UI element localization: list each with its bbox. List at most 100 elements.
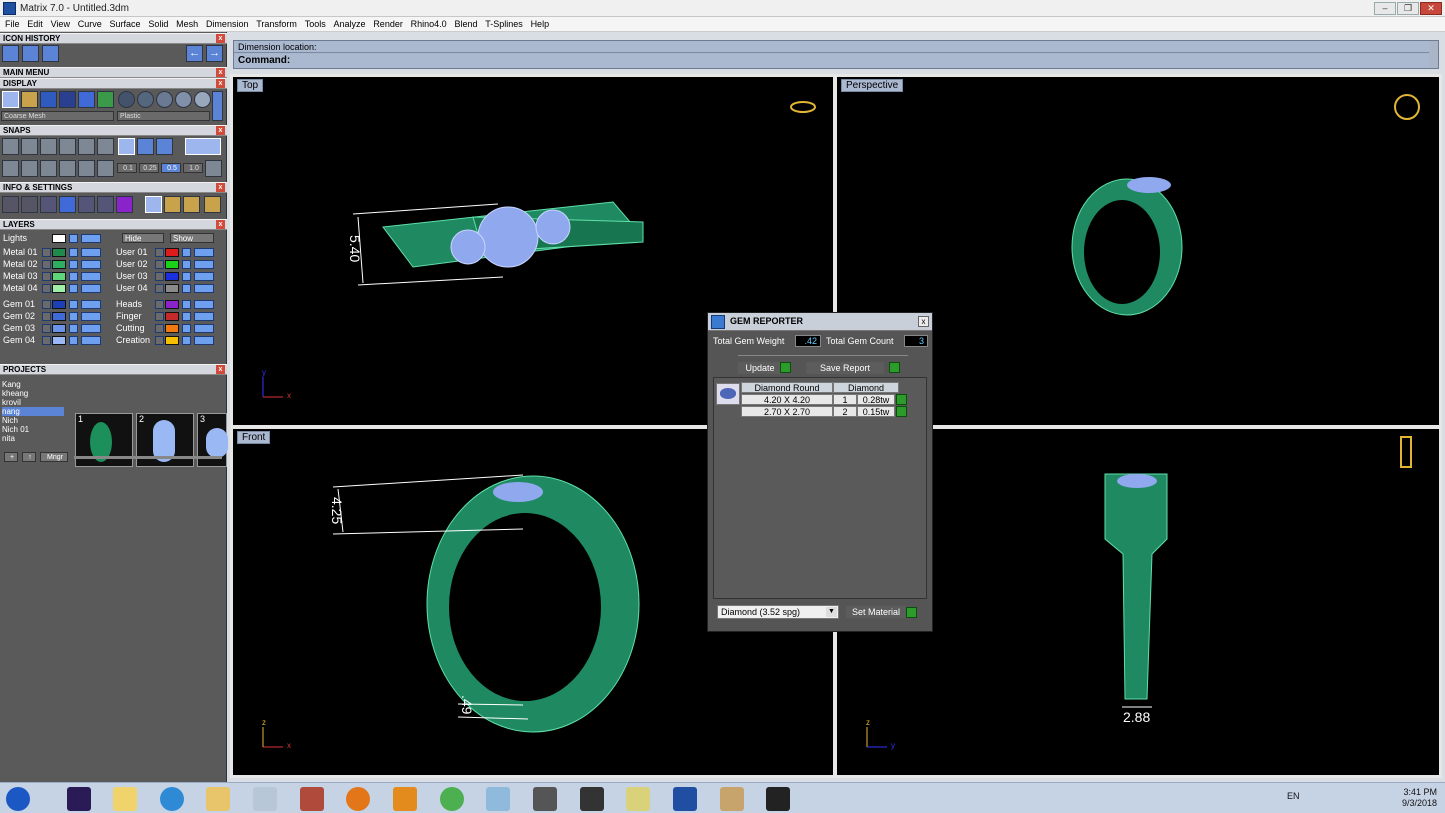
snap-project-icon[interactable] xyxy=(59,160,76,177)
gem-purple-icon[interactable] xyxy=(116,196,133,213)
visibility-icon[interactable] xyxy=(194,272,214,281)
viewport-front-label[interactable]: Front xyxy=(237,431,271,444)
file-explorer-icon[interactable] xyxy=(206,787,230,811)
close-icon[interactable]: x xyxy=(216,183,225,192)
report-icon[interactable] xyxy=(204,196,221,213)
project-list[interactable]: Kang kheang kroviI nang Nich Nich 01 nita xyxy=(0,380,70,448)
shaded-icon[interactable] xyxy=(40,91,57,108)
expand-arrow-icon[interactable] xyxy=(42,248,51,257)
minimize-button[interactable]: – xyxy=(1374,2,1396,15)
ruler-icon[interactable] xyxy=(164,196,181,213)
internet-explorer-icon[interactable] xyxy=(160,787,184,811)
lock-icon[interactable] xyxy=(182,284,191,293)
menu-tsplines[interactable]: T-Splines xyxy=(485,17,523,29)
snap-mid-icon[interactable] xyxy=(59,138,76,155)
persp-view-ring-icon[interactable] xyxy=(1394,94,1420,120)
clock[interactable]: 3:41 PM 9/3/2018 xyxy=(1402,787,1437,809)
lock-icon[interactable] xyxy=(182,272,191,281)
add-project-button[interactable]: + xyxy=(4,452,18,462)
close-icon[interactable]: x xyxy=(216,220,225,229)
lights-lock-icon[interactable] xyxy=(69,234,78,243)
snap-end-icon[interactable] xyxy=(2,138,19,155)
layer-color-swatch[interactable] xyxy=(52,248,66,257)
arrow-right-icon[interactable]: → xyxy=(206,45,223,62)
right-view-ring-icon[interactable] xyxy=(1400,436,1412,468)
show-button[interactable]: Show xyxy=(170,233,214,243)
layer-row-metal-04[interactable]: Metal 04 xyxy=(0,283,110,294)
visibility-icon[interactable] xyxy=(81,324,101,333)
snap-value-01[interactable]: 0.1 xyxy=(117,163,137,173)
settings-gear-icon[interactable] xyxy=(2,196,19,213)
snap-quad-icon[interactable] xyxy=(156,138,173,155)
snap-near-icon[interactable] xyxy=(21,138,38,155)
layers-stack-icon[interactable] xyxy=(40,196,57,213)
layer-color-swatch[interactable] xyxy=(165,312,179,321)
close-icon[interactable]: x xyxy=(216,365,225,374)
menu-view[interactable]: View xyxy=(51,17,70,29)
expand-arrow-icon[interactable] xyxy=(42,260,51,269)
media-player-icon[interactable] xyxy=(393,787,417,811)
save-report-go-icon[interactable] xyxy=(889,362,900,373)
layer-row-user-02[interactable]: User 02 xyxy=(113,259,223,270)
material-select[interactable]: Diamond (3.52 spg) xyxy=(717,605,839,619)
expand-arrow-icon[interactable] xyxy=(42,284,51,293)
menu-dimension[interactable]: Dimension xyxy=(206,17,249,29)
history-tool-3[interactable] xyxy=(42,45,59,62)
layer-color-swatch[interactable] xyxy=(52,300,66,309)
project-scrollbar[interactable] xyxy=(74,456,222,459)
viewport-perspective-label[interactable]: Perspective xyxy=(841,79,904,92)
up-project-button[interactable]: ↑ xyxy=(22,452,36,462)
visibility-icon[interactable] xyxy=(81,300,101,309)
menu-surface[interactable]: Surface xyxy=(110,17,141,29)
expand-arrow-icon[interactable] xyxy=(42,272,51,281)
menu-edit[interactable]: Edit xyxy=(27,17,43,29)
gem-tool-icon[interactable] xyxy=(766,787,790,811)
lock-icon[interactable] xyxy=(69,300,78,309)
hide-button[interactable]: Hide xyxy=(122,233,164,243)
snap-toggle-button[interactable] xyxy=(185,138,221,155)
project-item[interactable]: kroviI xyxy=(2,398,64,407)
material-sphere-1-icon[interactable] xyxy=(118,91,135,108)
visibility-icon[interactable] xyxy=(194,336,214,345)
history-tool-2[interactable] xyxy=(22,45,39,62)
snap-perp-icon[interactable] xyxy=(118,138,135,155)
layer-row-finger[interactable]: Finger xyxy=(113,311,223,322)
chevron-down-icon[interactable]: ▼ xyxy=(826,607,837,617)
material-sphere-2-icon[interactable] xyxy=(137,91,154,108)
snap-value-05[interactable]: 0.5 xyxy=(161,163,181,173)
material-sphere-4-icon[interactable] xyxy=(175,91,192,108)
restore-button[interactable]: ❐ xyxy=(1397,2,1419,15)
gem-reporter-close-button[interactable]: x xyxy=(918,316,929,327)
layer-color-swatch[interactable] xyxy=(165,284,179,293)
cube-icon[interactable] xyxy=(59,196,76,213)
pencil-icon[interactable] xyxy=(97,196,114,213)
project-item[interactable]: nita xyxy=(2,434,64,443)
menu-rhino4[interactable]: Rhino4.0 xyxy=(411,17,447,29)
lock-icon[interactable] xyxy=(69,260,78,269)
lock-icon[interactable] xyxy=(182,300,191,309)
menu-analyze[interactable]: Analyze xyxy=(334,17,366,29)
close-icon[interactable]: x xyxy=(216,34,225,43)
snap-value-025[interactable]: 0.25 xyxy=(139,163,159,173)
menu-render[interactable]: Render xyxy=(373,17,403,29)
move-icon[interactable] xyxy=(145,196,162,213)
expand-arrow-icon[interactable] xyxy=(155,260,164,269)
layer-color-swatch[interactable] xyxy=(52,312,66,321)
gem-row-go-icon[interactable] xyxy=(896,394,907,405)
lock-icon[interactable] xyxy=(69,248,78,257)
expand-arrow-icon[interactable] xyxy=(42,324,51,333)
expand-arrow-icon[interactable] xyxy=(155,284,164,293)
snap-tan-icon[interactable] xyxy=(137,138,154,155)
sketch-tool-icon[interactable] xyxy=(486,787,510,811)
mesh-quality-select[interactable]: Coarse Mesh xyxy=(1,111,114,121)
gem-row-count[interactable]: 1 xyxy=(833,394,857,405)
viewport-top-label[interactable]: Top xyxy=(237,79,264,92)
close-icon[interactable]: x xyxy=(216,126,225,135)
start-button-icon[interactable] xyxy=(6,787,30,811)
menu-mesh[interactable]: Mesh xyxy=(176,17,198,29)
menu-tools[interactable]: Tools xyxy=(305,17,326,29)
project-item[interactable]: Kang xyxy=(2,380,64,389)
expand-arrow-icon[interactable] xyxy=(155,300,164,309)
layers-header[interactable]: LAYERS x xyxy=(0,219,227,230)
expand-arrow-icon[interactable] xyxy=(42,336,51,345)
